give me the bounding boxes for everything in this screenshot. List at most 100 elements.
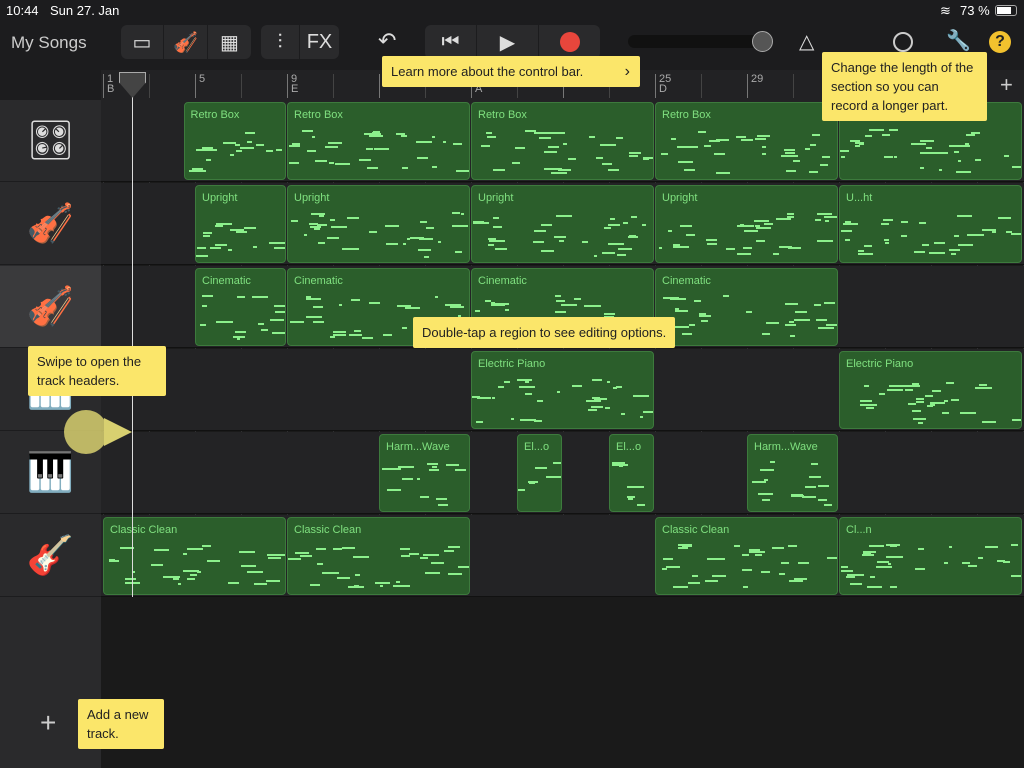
mixer-icon[interactable]: ⫶ (261, 25, 300, 59)
region[interactable]: Classic Clean (655, 517, 838, 595)
note (534, 420, 543, 423)
note (554, 311, 567, 314)
region[interactable]: Upright (195, 185, 286, 263)
view-toggle-icon[interactable]: ▭ (121, 25, 164, 59)
track-header-upright-bass[interactable]: 🎻 (0, 183, 101, 265)
note (369, 134, 384, 137)
playhead[interactable] (132, 72, 133, 597)
note (946, 381, 955, 384)
note (182, 552, 187, 555)
note (938, 169, 942, 172)
region[interactable]: Classic Clean (287, 517, 470, 595)
fx-button[interactable]: FX (300, 25, 339, 59)
note (816, 318, 827, 321)
track-lane[interactable]: Electric Piano Electric Piano (101, 349, 1024, 431)
note (333, 548, 342, 551)
region[interactable]: Retro Box (287, 102, 470, 180)
track-header-strings[interactable]: 🎻 (0, 266, 101, 348)
note (450, 305, 464, 308)
region[interactable]: Retro Box (183, 102, 286, 180)
go-to-start-icon[interactable]: ⏮ (425, 25, 477, 59)
note (396, 305, 411, 308)
region[interactable]: Electric Piano (839, 351, 1022, 429)
help-icon[interactable]: ? (989, 31, 1011, 53)
note (448, 546, 461, 549)
note (525, 393, 533, 396)
note (431, 166, 437, 169)
note (627, 486, 644, 489)
tip-control-bar[interactable]: Learn more about the control bar. › (382, 56, 640, 87)
note (817, 213, 832, 216)
note (417, 248, 432, 251)
note (880, 222, 889, 225)
grid-view-icon[interactable]: ▦ (208, 25, 251, 59)
undo-icon[interactable]: ↶ (378, 28, 396, 54)
region[interactable]: Upright (471, 185, 654, 263)
track-header-electric-guitar[interactable]: 🎸 (0, 515, 101, 597)
region[interactable]: Retro Box (471, 102, 654, 180)
note (266, 149, 273, 152)
note (313, 227, 321, 230)
note (744, 230, 759, 233)
note (427, 462, 438, 465)
track-lane[interactable]: Classic Clean Classic Clean Classic Clean C… (101, 515, 1024, 597)
track-header-drum-machine[interactable]: 🎛 (0, 100, 101, 182)
note (922, 243, 930, 246)
note (512, 161, 520, 164)
note (318, 215, 324, 218)
track-lane[interactable]: Harm...Wave El...o El...o Harm...Wave (101, 432, 1024, 514)
region[interactable]: Harm...Wave (747, 434, 838, 512)
region[interactable]: El...o (609, 434, 654, 512)
note (841, 570, 853, 573)
note (314, 160, 328, 163)
ruler-tick (379, 74, 380, 98)
note (864, 385, 869, 388)
region[interactable]: Cl...n (839, 517, 1022, 595)
note (849, 140, 860, 143)
play-icon[interactable]: ▶ (477, 25, 539, 59)
note (675, 310, 689, 313)
settings-wrench-icon[interactable]: 🔧 (946, 28, 971, 53)
note (975, 386, 993, 389)
note (823, 503, 833, 506)
note (385, 243, 399, 246)
note (928, 251, 946, 254)
region[interactable]: Electric Piano (471, 351, 654, 429)
region[interactable]: Classic Clean (103, 517, 286, 595)
region[interactable]: Retro Box (655, 102, 838, 180)
record-button[interactable] (539, 25, 600, 59)
note (486, 136, 497, 139)
instrument-browser-icon[interactable]: 🎻 (164, 25, 208, 59)
track-lane[interactable]: Upright Upright Upright Upright U...ht (101, 183, 1024, 265)
note (674, 325, 690, 328)
region[interactable]: Upright (655, 185, 838, 263)
note (331, 225, 348, 228)
add-section-icon[interactable]: + (1000, 72, 1013, 98)
note (960, 412, 976, 415)
region-label: U...ht (846, 192, 873, 204)
note (419, 556, 428, 559)
tracks-area[interactable]: Retro BoxRetro BoxRetro BoxRetro BoxRetr… (101, 100, 1024, 768)
region[interactable]: U...ht (839, 185, 1022, 263)
tip-double-tap: Double-tap a region to see editing optio… (413, 317, 676, 348)
loop-icon[interactable] (893, 32, 913, 52)
note (186, 578, 195, 581)
region[interactable]: Upright (287, 185, 470, 263)
region[interactable]: Harm...Wave (379, 434, 470, 512)
note (275, 148, 282, 151)
region[interactable]: Cinematic (195, 268, 286, 346)
region-label: Cinematic (478, 275, 527, 287)
note (191, 169, 199, 172)
note (785, 323, 797, 326)
my-songs-button[interactable]: My Songs (11, 33, 87, 53)
note (438, 240, 442, 243)
metronome-icon[interactable]: △ (799, 29, 814, 54)
region[interactable]: El...o (517, 434, 562, 512)
volume-knob[interactable] (752, 31, 773, 52)
region-label: Retro Box (478, 109, 527, 121)
note (216, 222, 233, 225)
region[interactable]: Cinematic (655, 268, 838, 346)
note (529, 130, 534, 133)
add-track-icon[interactable]: + (40, 707, 56, 739)
note (970, 131, 980, 134)
